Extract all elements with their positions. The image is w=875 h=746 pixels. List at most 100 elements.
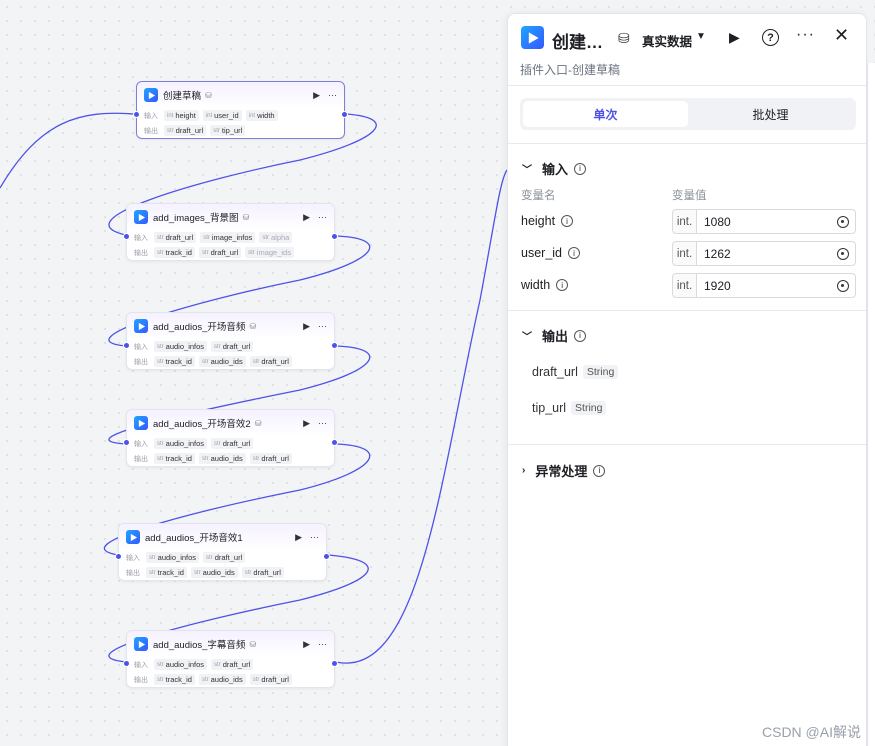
section-title: 输出 [542, 329, 569, 344]
node-header: add_audios_开场音效2 ⛁ ▶ ··· [127, 410, 334, 436]
node-header: 创建草稿 ⛁ ▶ ··· [137, 82, 344, 108]
input-port[interactable] [123, 342, 130, 349]
more-icon[interactable]: ··· [318, 639, 327, 650]
info-icon[interactable]: i [556, 279, 569, 291]
node-inputs-row: 输入 str audio_infos str draft_url [127, 436, 334, 451]
node-title: add_images_背景图 [153, 213, 239, 224]
reference-icon[interactable] [837, 279, 849, 292]
close-icon[interactable]: ✕ [834, 25, 849, 46]
reference-icon[interactable] [837, 215, 849, 228]
node-outputs-row: 输出 str track_id str audio_ids str draft_url [127, 354, 334, 369]
more-icon[interactable]: ··· [328, 90, 337, 101]
outputs-label: 输出 [134, 676, 148, 684]
param-chip: str audio_ids [198, 356, 246, 367]
output-port[interactable] [331, 439, 338, 446]
input-port[interactable] [123, 660, 130, 667]
more-icon[interactable]: ··· [318, 418, 327, 429]
plugin-icon [144, 88, 158, 102]
input-port[interactable] [123, 439, 130, 446]
node-title: add_audios_字幕音频 [153, 640, 246, 651]
more-icon[interactable]: ··· [310, 532, 319, 543]
output-item: tip_url String [532, 401, 607, 415]
param-chip: str image_infos [200, 232, 256, 243]
param-chip: str draft_url [241, 567, 284, 578]
inputs-label: 输入 [134, 440, 148, 448]
node-outputs-row: 输出 str track_id str audio_ids str draft_url [119, 565, 326, 580]
variable-input-user-id[interactable]: int. 1262 [672, 241, 856, 266]
output-port[interactable] [331, 660, 338, 667]
type-label: int. [673, 274, 697, 297]
param-chip: str audio_ids [190, 567, 238, 578]
variable-input-height[interactable]: int. 1080 [672, 209, 856, 234]
variable-value[interactable]: 1080 [704, 215, 731, 229]
database-icon: ⛁ [249, 639, 257, 649]
output-port[interactable] [331, 342, 338, 349]
data-mode-select[interactable]: 真实数据 [642, 31, 692, 50]
more-icon[interactable]: ··· [318, 212, 327, 223]
tab-single[interactable]: 单次 [523, 101, 688, 127]
error-handling-section-toggle[interactable]: › 异常处理 i [522, 461, 606, 480]
output-section-toggle[interactable]: ﹀ 输出 i [522, 326, 587, 345]
info-icon[interactable]: i [574, 162, 587, 175]
param-chip: str draft_url [211, 438, 254, 449]
input-port[interactable] [115, 553, 122, 560]
workflow-node-add-images[interactable]: add_images_背景图 ⛁ ▶ ··· 输入 str draft_url st… [123, 203, 338, 261]
param-chip: str track_id [154, 356, 195, 367]
param-chip: str draft_url [249, 674, 292, 685]
output-port[interactable] [323, 553, 330, 560]
database-icon: ⛁ [205, 90, 212, 100]
node-inputs-row: 输入 str draft_url str image_infos str alpha [127, 230, 334, 245]
plugin-icon [134, 210, 148, 224]
info-icon[interactable]: i [593, 464, 606, 477]
watermark: CSDN @AI解说 [762, 724, 861, 740]
node-title: add_audios_开场音频 [153, 322, 246, 333]
param-chip: str draft_url [154, 232, 197, 243]
node-header: add_audios_开场音频 ⛁ ▶ ··· [127, 313, 334, 339]
info-icon[interactable]: i [568, 247, 580, 259]
run-icon[interactable]: ▶ [313, 90, 320, 101]
run-icon[interactable]: ▶ [729, 29, 740, 46]
inputs-label: 输入 [134, 343, 148, 351]
reference-icon[interactable] [837, 247, 849, 260]
run-icon[interactable]: ▶ [295, 532, 302, 543]
inputs-label: 输入 [144, 112, 158, 120]
node-inputs-row: 输入 str audio_infos str draft_url [127, 339, 334, 354]
output-port[interactable] [331, 233, 338, 240]
param-chip: str audio_infos [146, 552, 200, 563]
input-port[interactable] [123, 233, 130, 240]
tab-batch[interactable]: 批处理 [688, 101, 853, 127]
run-icon[interactable]: ▶ [303, 212, 310, 223]
variable-value[interactable]: 1262 [704, 247, 731, 261]
more-icon[interactable]: ··· [796, 26, 815, 44]
variable-input-width[interactable]: int. 1920 [672, 273, 856, 298]
variable-value[interactable]: 1920 [704, 279, 731, 293]
more-icon[interactable]: ··· [318, 321, 327, 332]
param-chip: str audio_infos [154, 659, 208, 670]
help-icon[interactable]: ? [762, 29, 779, 46]
chevron-down-icon[interactable]: ▼ [696, 31, 706, 42]
column-header-value: 变量值 [672, 190, 707, 202]
divider [508, 143, 866, 144]
plugin-icon [134, 416, 148, 430]
info-icon[interactable]: i [561, 215, 574, 227]
workflow-node-create-draft[interactable]: 创建草稿 ⛁ ▶ ··· 输入 int height int user_id int w… [133, 81, 348, 139]
panel-title: 创建… [552, 33, 603, 52]
workflow-node-add-audios-opening[interactable]: add_audios_开场音频 ⛁ ▶ ··· 输入 str audio_infos… [123, 312, 338, 370]
output-port[interactable] [341, 111, 348, 118]
param-chip: str audio_ids [198, 453, 246, 464]
info-icon[interactable]: i [574, 329, 587, 342]
param-chip: str track_id [154, 453, 195, 464]
section-title: 异常处理 [535, 464, 588, 479]
input-section-toggle[interactable]: ﹀ 输入 i [522, 159, 587, 178]
workflow-node-add-audios-effect2[interactable]: add_audios_开场音效2 ⛁ ▶ ··· 输入 str audio_info… [123, 409, 338, 467]
run-icon[interactable]: ▶ [303, 418, 310, 429]
section-title: 输入 [542, 162, 569, 177]
run-icon[interactable]: ▶ [303, 321, 310, 332]
run-icon[interactable]: ▶ [303, 639, 310, 650]
database-icon: ⛁ [254, 418, 262, 428]
input-port[interactable] [133, 111, 140, 118]
type-label: int. [673, 210, 697, 233]
workflow-node-add-audios-subtitle[interactable]: add_audios_字幕音频 ⛁ ▶ ··· 输入 str audio_infos… [123, 630, 338, 688]
param-chip: str draft_url [198, 247, 242, 258]
workflow-node-add-audios-effect1[interactable]: add_audios_开场音效1 ▶ ··· 输入 str audio_infos … [115, 523, 330, 581]
